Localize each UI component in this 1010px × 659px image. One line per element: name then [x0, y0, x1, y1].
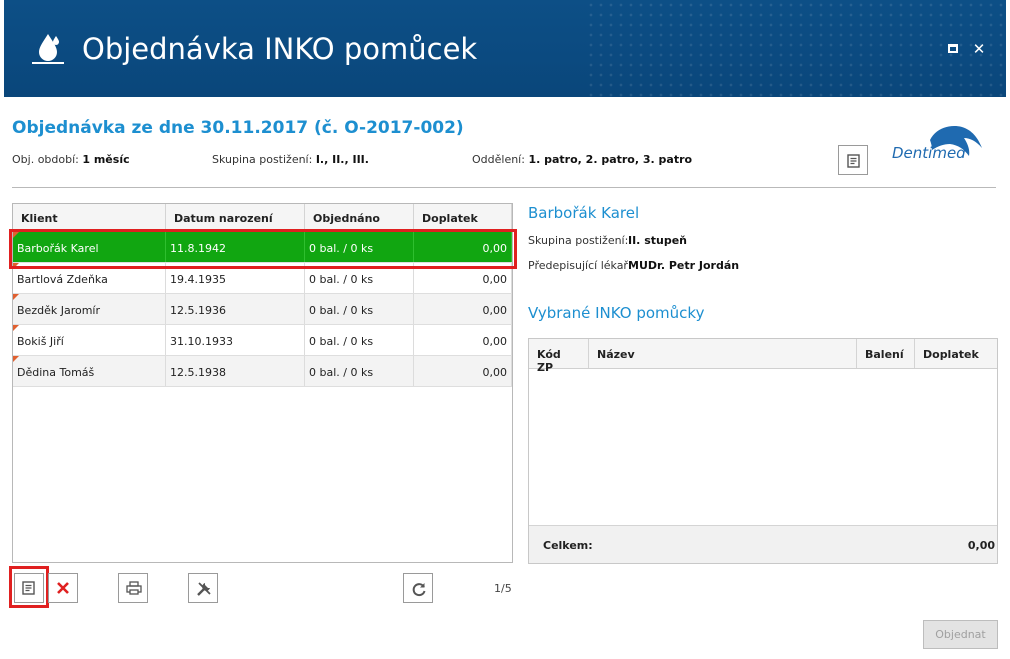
delete-button[interactable] [48, 573, 78, 603]
selected-aids-header: Kód ZP Název Balení Doplatek [529, 339, 997, 374]
group-info: Skupina postižení: I., II., III. [212, 153, 369, 166]
period-info: Obj. období: 1 měsíc [12, 153, 130, 166]
total-value: 0,00 [967, 539, 995, 552]
print-button[interactable] [118, 573, 148, 603]
tools-icon [197, 582, 211, 596]
client-name-cell: Dědina Tomáš [13, 356, 166, 386]
refresh-button[interactable] [403, 573, 433, 603]
client-name-cell: Bokiš Jiří [13, 325, 166, 355]
group-value: I., II., III. [315, 153, 369, 166]
total-label: Celkem: [543, 539, 593, 552]
note-button-highlight [9, 566, 49, 608]
order-button[interactable]: Objednat [923, 620, 998, 649]
birth-cell: 12.5.1938 [166, 356, 305, 386]
column-header[interactable]: Doplatek [915, 339, 997, 368]
divider [12, 187, 996, 188]
row-flag [13, 294, 19, 300]
column-header[interactable]: Datum narození [166, 204, 305, 231]
column-header[interactable]: Balení [857, 339, 915, 368]
column-header[interactable]: Klient [13, 204, 166, 231]
department-info: Oddělení: 1. patro, 2. patro, 3. patro [472, 153, 692, 166]
detail-group-label: Skupina postižení: [528, 234, 629, 247]
table-row[interactable]: Bokiš Jiří 31.10.1933 0 bal. / 0 ks 0,00 [13, 325, 512, 356]
detail-group: Skupina postižení: II. stupeň [528, 234, 687, 247]
order-note-button[interactable] [838, 145, 868, 175]
period-label: Obj. období: [12, 153, 79, 166]
water-drop-icon [32, 34, 64, 64]
department-label: Oddělení: [472, 153, 525, 166]
table-row[interactable]: Dědina Tomáš 12.5.1938 0 bal. / 0 ks 0,0… [13, 356, 512, 387]
maximize-icon[interactable] [946, 42, 960, 56]
payment-cell: 0,00 [414, 294, 512, 324]
payment-cell: 0,00 [414, 325, 512, 355]
column-header[interactable]: Kód ZP [529, 339, 589, 374]
ordered-cell: 0 bal. / 0 ks [305, 325, 414, 355]
detail-group-value: II. stupeň [628, 234, 687, 247]
table-row[interactable]: Bezděk Jaromír 12.5.1936 0 bal. / 0 ks 0… [13, 294, 512, 325]
clients-table-header: Klient Datum narození Objednáno Doplatek [13, 204, 512, 232]
brand-name: Dentimed [892, 144, 966, 162]
birth-cell: 12.5.1936 [166, 294, 305, 324]
note-icon [847, 154, 860, 168]
delete-icon [57, 582, 69, 594]
column-header[interactable]: Doplatek [414, 204, 512, 231]
title-bar: Objednávka INKO pomůcek ✕ [4, 0, 1006, 97]
tools-button[interactable] [188, 573, 218, 603]
client-name-cell: Bezděk Jaromír [13, 294, 166, 324]
selected-aids-footer: Celkem: 0,00 [529, 525, 997, 563]
payment-cell: 0,00 [414, 356, 512, 386]
print-icon [126, 581, 142, 595]
selected-aids-title: Vybrané INKO pomůcky [528, 304, 705, 322]
pager: 1/5 [494, 582, 512, 595]
refresh-icon [412, 583, 426, 597]
birth-cell: 31.10.1933 [166, 325, 305, 355]
department-value: 1. patro, 2. patro, 3. patro [528, 153, 693, 166]
close-icon[interactable]: ✕ [972, 42, 986, 57]
window-title: Objednávka INKO pomůcek [82, 32, 478, 66]
row-flag [13, 356, 19, 362]
selected-aids-table: Kód ZP Název Balení Doplatek Celkem: 0,0… [528, 338, 998, 564]
order-title: Objednávka ze dne 30.11.2017 (č. O-2017-… [12, 118, 464, 138]
dentimed-logo: Dentimed [892, 126, 982, 162]
detail-doctor: Předepisující lékař: MUDr. Petr Jordán [528, 259, 739, 272]
column-header[interactable]: Název [589, 339, 857, 368]
detail-client-name: Barbořák Karel [528, 204, 640, 222]
group-label: Skupina postižení: [212, 153, 313, 166]
ordered-cell: 0 bal. / 0 ks [305, 356, 414, 386]
row-flag [13, 325, 19, 331]
selected-row-highlight [9, 229, 517, 269]
detail-doctor-value: MUDr. Petr Jordán [628, 259, 740, 272]
column-header[interactable]: Objednáno [305, 204, 414, 231]
ordered-cell: 0 bal. / 0 ks [305, 294, 414, 324]
detail-doctor-label: Předepisující lékař: [528, 259, 632, 272]
period-value: 1 měsíc [82, 153, 130, 166]
